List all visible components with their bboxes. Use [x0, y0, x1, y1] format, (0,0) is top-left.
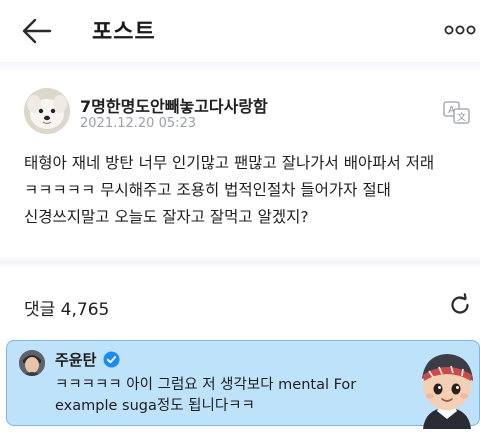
page-title: 포스트	[92, 20, 156, 45]
author-avatar[interactable]	[24, 88, 70, 134]
translate-icon: A 文	[443, 101, 470, 124]
more-dots-icon	[444, 25, 476, 35]
translate-button[interactable]: A 文	[442, 100, 472, 126]
back-button[interactable]	[20, 14, 54, 48]
comment-text: ㅋㅋㅋㅋㅋ 아이 그럼요 저 생각보다 mental For example s…	[55, 375, 395, 417]
top-bar: 포스트	[0, 0, 480, 62]
post-timestamp: 2021.12.20 05:23	[80, 116, 197, 131]
post-line: 신경쓰지말고 오늘도 잘자고 잘먹고 알겠지?	[24, 208, 309, 226]
highlighted-comment[interactable]: 주윤탄 ㅋㅋㅋㅋㅋ 아이 그럼요 저 생각보다 mental For examp…	[6, 340, 480, 429]
refresh-icon	[451, 293, 469, 314]
verified-badge	[103, 351, 120, 368]
refresh-button[interactable]	[448, 293, 472, 317]
post-content: 태형아 재네 방탄 너무 인기많고 팬많고 잘나가서 배아파서 저래 ㅋㅋㅋㅋㅋ…	[24, 150, 474, 231]
section-divider	[0, 256, 480, 268]
post-author-name[interactable]: 7명한명도안빼놓고다사랑함	[80, 93, 268, 117]
person-avatar-icon	[19, 350, 45, 376]
character-sticker	[411, 345, 480, 429]
svg-text:文: 文	[457, 111, 466, 123]
comment-count: 댓글 4,765	[24, 300, 110, 320]
back-arrow-icon	[22, 18, 52, 44]
comment-line: example suga정도 됩니다ㅋㅋ	[55, 398, 255, 414]
header-divider	[0, 62, 480, 72]
more-button[interactable]	[444, 20, 476, 40]
character-sticker-icon	[422, 354, 473, 429]
comment-author-name[interactable]: 주윤탄	[55, 349, 96, 370]
comment-line: ㅋㅋㅋㅋㅋ 아이 그럼요 저 생각보다 mental For	[55, 377, 357, 393]
verified-badge-icon	[103, 351, 120, 368]
dog-avatar-icon	[24, 88, 70, 134]
post-line: 태형아 재네 방탄 너무 인기많고 팬많고 잘나가서 배아파서 저래	[24, 154, 435, 172]
comment-avatar[interactable]	[19, 350, 45, 376]
post-line: ㅋㅋㅋㅋㅋ 무시해주고 조용히 법적인절차 들어가자 절대	[24, 181, 391, 199]
